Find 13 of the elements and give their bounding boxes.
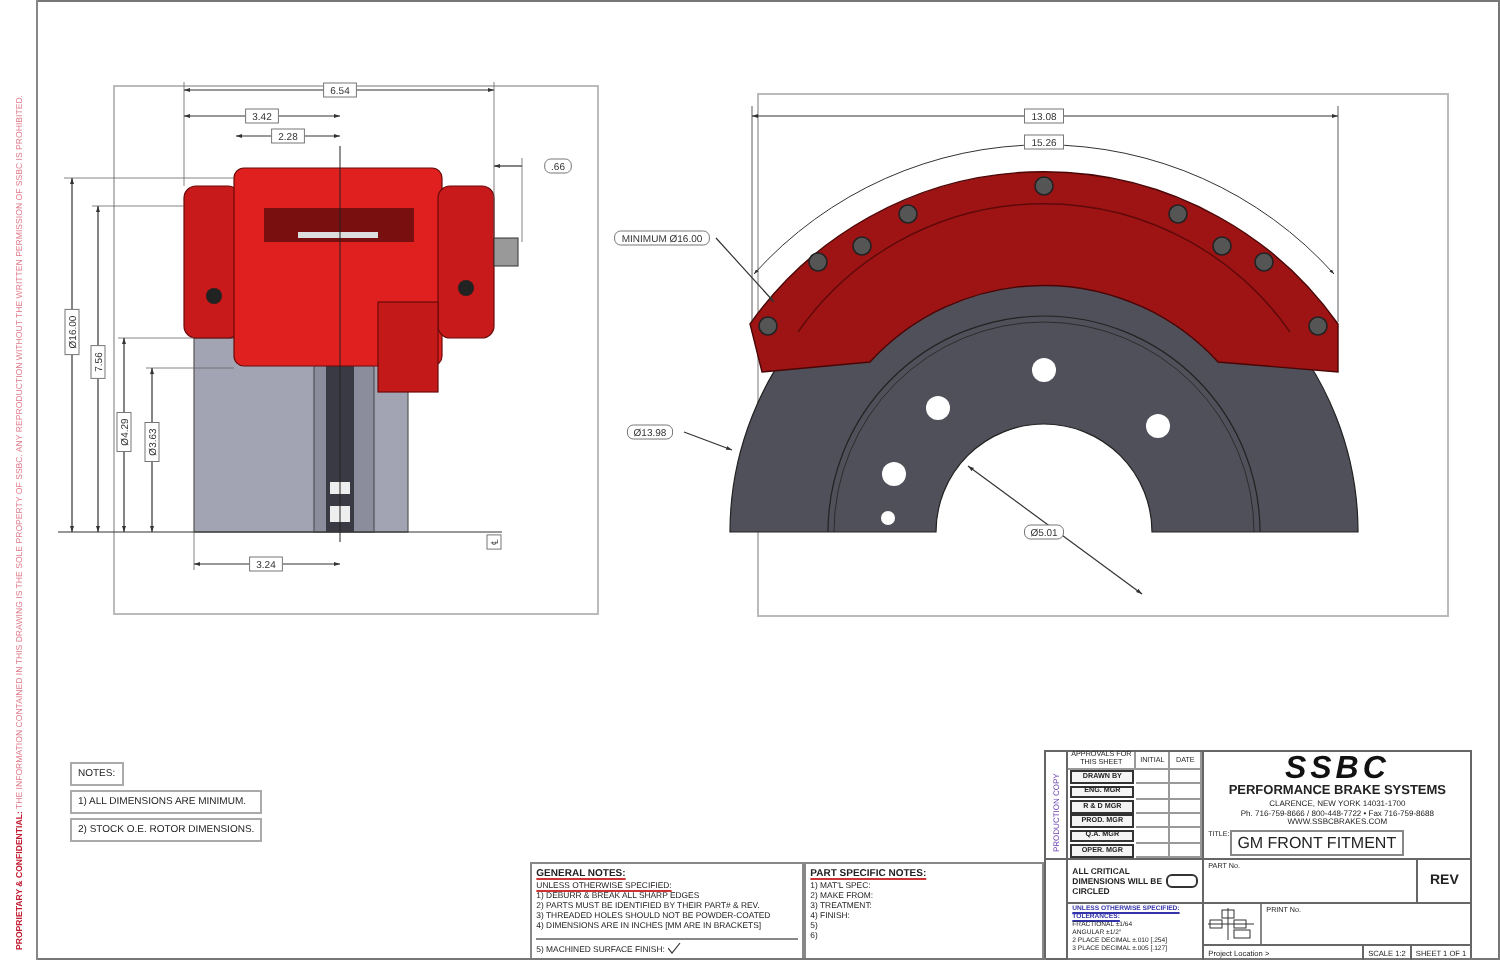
extension-line	[145, 367, 235, 369]
extension-line	[91, 205, 185, 207]
extension-line	[117, 337, 195, 339]
drawing-title: GM FRONT FITMENT	[1229, 830, 1405, 856]
leader-line	[683, 431, 733, 451]
dimension-line	[235, 134, 341, 138]
dimension-line	[493, 164, 523, 168]
company-logo: SSBC	[1284, 756, 1390, 784]
leader-line	[715, 237, 775, 303]
projection-symbol-icon	[1206, 906, 1259, 942]
extension-line	[521, 157, 523, 243]
surface-finish-icon	[668, 942, 683, 954]
extension-line	[193, 531, 195, 571]
